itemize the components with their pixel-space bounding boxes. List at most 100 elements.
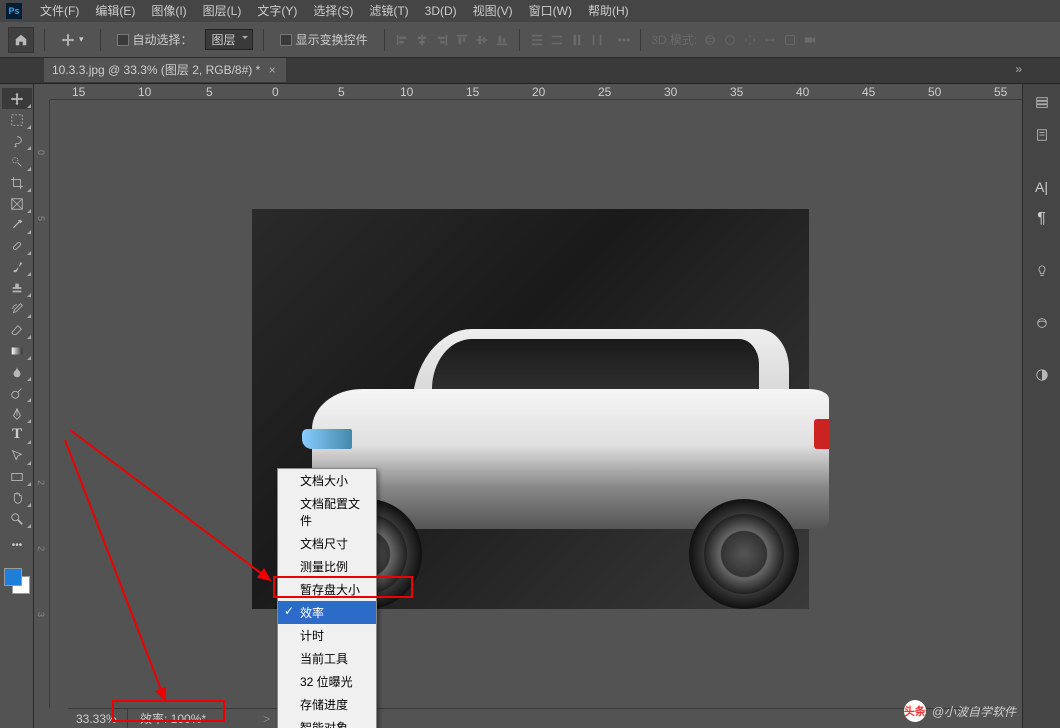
separator bbox=[100, 29, 101, 51]
close-tab-icon[interactable]: × bbox=[266, 64, 278, 76]
ctx-efficiency[interactable]: 效率 bbox=[278, 601, 376, 624]
menu-file[interactable]: 文件(F) bbox=[32, 0, 87, 22]
ruler-horizontal: 151050510152025303540455055 bbox=[50, 84, 1022, 100]
separator bbox=[263, 29, 264, 51]
panel-libraries-icon[interactable] bbox=[1031, 312, 1053, 334]
panel-history-icon[interactable] bbox=[1031, 92, 1053, 114]
path-select-tool[interactable] bbox=[2, 445, 32, 466]
menu-view[interactable]: 视图(V) bbox=[465, 0, 521, 22]
move-tool[interactable] bbox=[2, 88, 32, 109]
marquee-tool[interactable] bbox=[2, 109, 32, 130]
pen-tool[interactable] bbox=[2, 403, 32, 424]
stamp-tool[interactable] bbox=[2, 277, 32, 298]
align-center-v-icon[interactable] bbox=[475, 33, 489, 47]
separator bbox=[384, 29, 385, 51]
separator bbox=[44, 29, 45, 51]
show-transform-checkbox[interactable]: 显示变换控件 bbox=[274, 28, 374, 51]
ctx-save-progress[interactable]: 存储进度 bbox=[278, 693, 376, 716]
quick-select-tool[interactable] bbox=[2, 151, 32, 172]
menu-type[interactable]: 文字(Y) bbox=[249, 0, 305, 22]
rectangle-tool[interactable] bbox=[2, 466, 32, 487]
separator bbox=[640, 29, 641, 51]
ctx-32bit-exposure[interactable]: 32 位曝光 bbox=[278, 670, 376, 693]
distribute-bottom-icon[interactable] bbox=[570, 33, 584, 47]
menu-3d[interactable]: 3D(D) bbox=[417, 0, 465, 22]
eraser-tool[interactable] bbox=[2, 319, 32, 340]
home-button[interactable] bbox=[8, 27, 34, 53]
align-top-icon[interactable] bbox=[455, 33, 469, 47]
toolbar: T ••• bbox=[0, 84, 34, 728]
color-swatches[interactable] bbox=[4, 568, 30, 594]
ctx-doc-size[interactable]: 文档大小 bbox=[278, 469, 376, 492]
panel-adjustments-icon[interactable] bbox=[1031, 364, 1053, 386]
panel-hint-icon[interactable] bbox=[1031, 260, 1053, 282]
ctx-smart-objects[interactable]: 智能对象 bbox=[278, 716, 376, 728]
align-center-h-icon[interactable] bbox=[415, 33, 429, 47]
status-bar: 33.33% 效率: 100%* > bbox=[68, 708, 984, 728]
foreground-color[interactable] bbox=[4, 568, 22, 586]
align-left-icon[interactable] bbox=[395, 33, 409, 47]
brush-tool[interactable] bbox=[2, 256, 32, 277]
separator bbox=[519, 29, 520, 51]
options-bar: ▾ 自动选择： 图层 显示变换控件 ••• 3D 模式: bbox=[0, 22, 1060, 58]
history-brush-tool[interactable] bbox=[2, 298, 32, 319]
watermark: 头条 @小波自学软件 bbox=[904, 700, 1016, 722]
menu-select[interactable]: 选择(S) bbox=[305, 0, 361, 22]
align-bottom-icon[interactable] bbox=[495, 33, 509, 47]
status-zoom[interactable]: 33.33% bbox=[68, 709, 128, 728]
status-context-menu: 文档大小 文档配置文件 文档尺寸 测量比例 暂存盘大小 效率 计时 当前工具 3… bbox=[277, 468, 377, 728]
3d-scale-icon bbox=[783, 33, 797, 47]
crop-tool[interactable] bbox=[2, 172, 32, 193]
menu-bar: Ps 文件(F) 编辑(E) 图像(I) 图层(L) 文字(Y) 选择(S) 滤… bbox=[0, 0, 1060, 22]
3d-slide-icon bbox=[763, 33, 777, 47]
ruler-vertical: 05223 bbox=[34, 100, 50, 708]
ctx-measure-scale[interactable]: 测量比例 bbox=[278, 555, 376, 578]
panel-character-icon[interactable]: A| bbox=[1031, 176, 1053, 198]
lasso-tool[interactable] bbox=[2, 130, 32, 151]
healing-tool[interactable] bbox=[2, 235, 32, 256]
menu-image[interactable]: 图像(I) bbox=[143, 0, 194, 22]
panel-properties-icon[interactable] bbox=[1031, 124, 1053, 146]
frame-tool[interactable] bbox=[2, 193, 32, 214]
more-options-icon[interactable]: ••• bbox=[618, 33, 631, 47]
3d-roll-icon bbox=[723, 33, 737, 47]
auto-select-dropdown[interactable]: 图层 bbox=[205, 29, 253, 50]
status-info[interactable]: 效率: 100%* bbox=[128, 710, 258, 727]
zoom-tool[interactable] bbox=[2, 508, 32, 529]
menu-edit[interactable]: 编辑(E) bbox=[87, 0, 143, 22]
3d-pan-icon bbox=[743, 33, 757, 47]
document-tab-title: 10.3.3.jpg @ 33.3% (图层 2, RGB/8#) * bbox=[52, 58, 260, 82]
menu-layer[interactable]: 图层(L) bbox=[195, 0, 250, 22]
distribute-h-icon[interactable] bbox=[590, 33, 604, 47]
document-tab[interactable]: 10.3.3.jpg @ 33.3% (图层 2, RGB/8#) * × bbox=[44, 58, 286, 82]
document-tab-bar: 10.3.3.jpg @ 33.3% (图层 2, RGB/8#) * × bbox=[0, 58, 1060, 84]
type-tool[interactable]: T bbox=[2, 424, 32, 445]
ctx-doc-profile[interactable]: 文档配置文件 bbox=[278, 492, 376, 532]
edit-toolbar-icon[interactable]: ••• bbox=[2, 535, 32, 556]
hand-tool[interactable] bbox=[2, 487, 32, 508]
distribute-v-icon[interactable] bbox=[550, 33, 564, 47]
workspace: T ••• 151050510152025303540455055 05223 bbox=[0, 84, 1060, 728]
ctx-doc-dims[interactable]: 文档尺寸 bbox=[278, 532, 376, 555]
collapse-tabs-icon[interactable]: » bbox=[1015, 62, 1022, 76]
menu-window[interactable]: 窗口(W) bbox=[521, 0, 580, 22]
watermark-text: @小波自学软件 bbox=[932, 703, 1016, 720]
blur-tool[interactable] bbox=[2, 361, 32, 382]
ctx-timing[interactable]: 计时 bbox=[278, 624, 376, 647]
auto-select-checkbox[interactable]: 自动选择： bbox=[111, 28, 199, 51]
3d-mode-label: 3D 模式: bbox=[651, 31, 697, 48]
distribute-top-icon[interactable] bbox=[530, 33, 544, 47]
move-tool-icon[interactable]: ▾ bbox=[55, 30, 90, 50]
ctx-current-tool[interactable]: 当前工具 bbox=[278, 647, 376, 670]
eyedropper-tool[interactable] bbox=[2, 214, 32, 235]
menu-help[interactable]: 帮助(H) bbox=[580, 0, 637, 22]
dodge-tool[interactable] bbox=[2, 382, 32, 403]
status-menu-arrow-icon[interactable]: > bbox=[263, 712, 270, 726]
align-right-icon[interactable] bbox=[435, 33, 449, 47]
panel-paragraph-icon[interactable]: ¶ bbox=[1031, 208, 1053, 230]
gradient-tool[interactable] bbox=[2, 340, 32, 361]
menu-filter[interactable]: 滤镜(T) bbox=[361, 0, 416, 22]
3d-orbit-icon bbox=[703, 33, 717, 47]
canvas-area[interactable]: 151050510152025303540455055 05223 文档大小 文… bbox=[34, 84, 1022, 728]
ctx-scratch-sizes[interactable]: 暂存盘大小 bbox=[278, 578, 376, 601]
